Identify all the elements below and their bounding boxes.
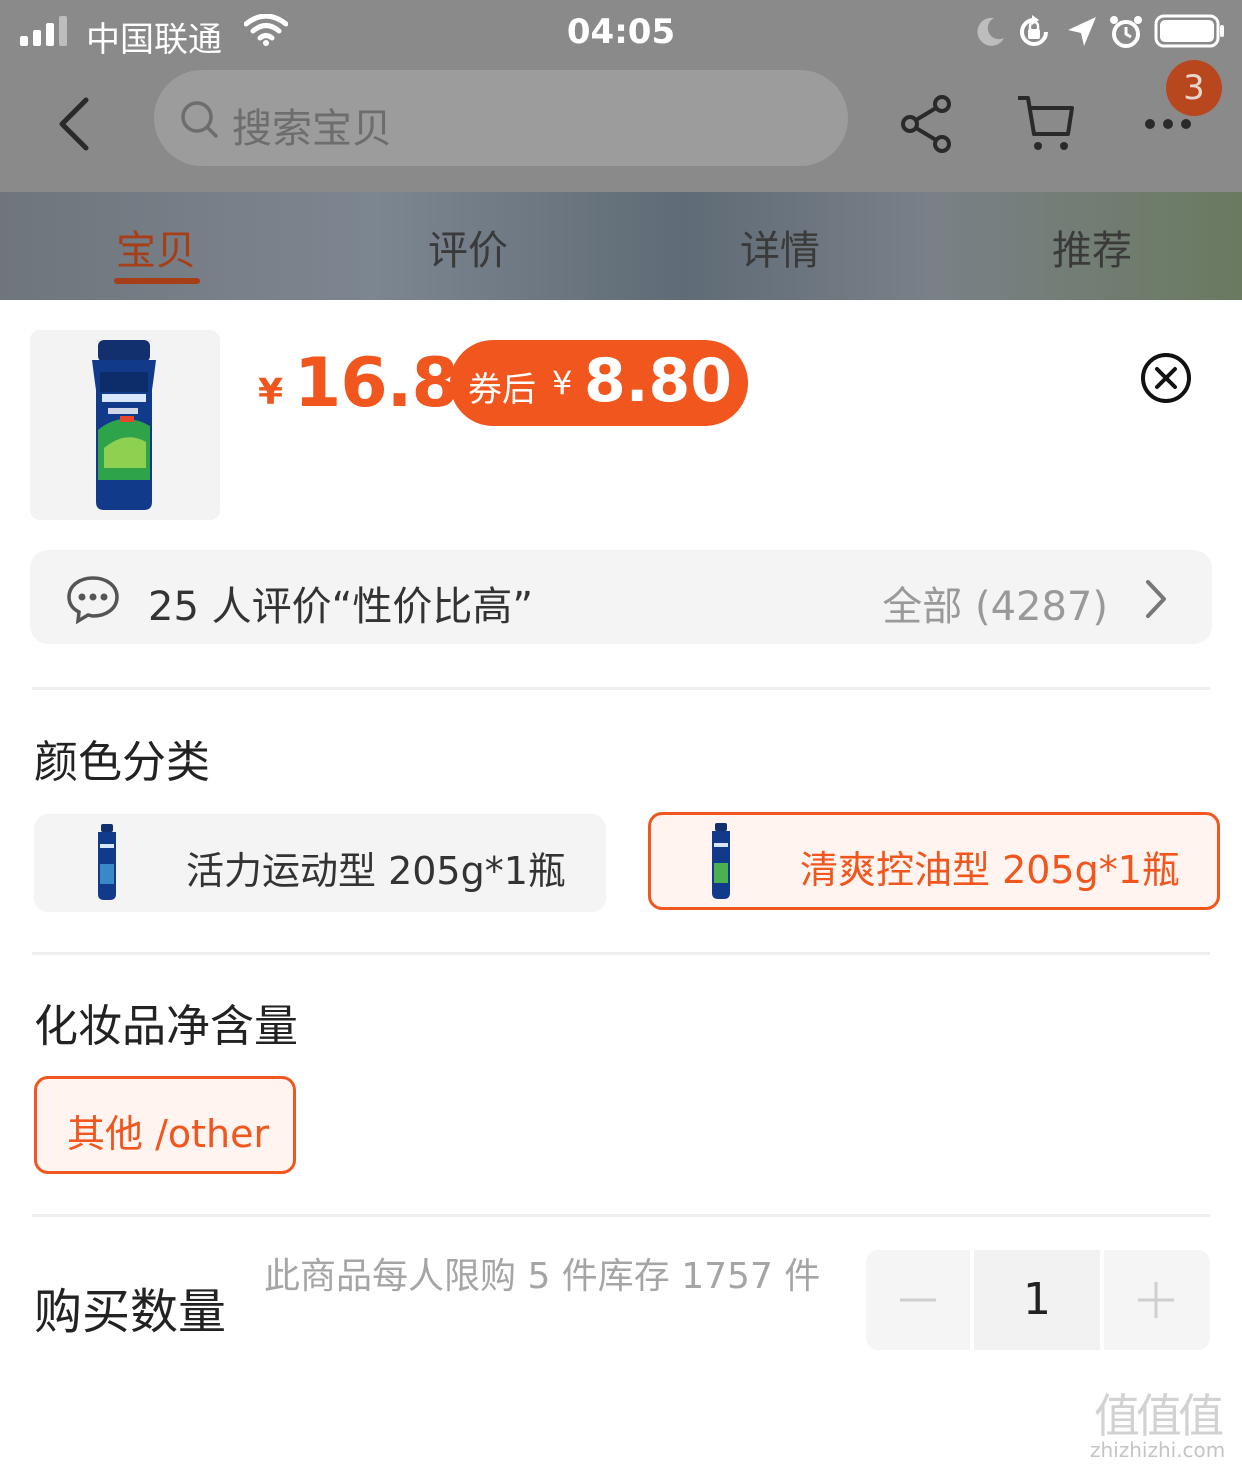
back-icon[interactable] bbox=[52, 94, 102, 154]
color-section-title: 颜色分类 bbox=[34, 737, 210, 788]
review-all-count: 全部 (4287) bbox=[882, 584, 1108, 630]
active-tab-indicator bbox=[114, 278, 200, 284]
size-section-title: 化妆品净含量 bbox=[34, 1001, 298, 1052]
search-icon bbox=[181, 101, 218, 138]
minus-icon bbox=[900, 1298, 936, 1302]
divider bbox=[32, 1214, 1210, 1217]
color-option-oil-control[interactable]: 清爽控油型 205g*1瓶 bbox=[648, 812, 1220, 910]
share-icon[interactable] bbox=[898, 92, 958, 156]
review-summary-bar[interactable]: 25 人评价“性价比高” 全部 (4287) bbox=[30, 550, 1212, 644]
tab-reviews[interactable]: 评价 bbox=[388, 218, 548, 276]
watermark-text: zhizhizhi.com bbox=[1090, 1438, 1226, 1462]
size-option-label: 其他 /other bbox=[67, 1112, 270, 1156]
chevron-right-icon bbox=[1146, 580, 1166, 618]
decrease-quantity-button[interactable] bbox=[866, 1250, 970, 1350]
shampoo-bottle-thumb bbox=[712, 823, 730, 899]
top-nav-bar: 搜索宝贝 bbox=[0, 64, 1242, 192]
shampoo-bottle-image bbox=[92, 340, 156, 510]
coupon-label: 券后 bbox=[468, 370, 536, 410]
rotation-lock-icon bbox=[1020, 15, 1048, 46]
search-input[interactable]: 搜索宝贝 bbox=[154, 70, 848, 166]
coupon-amount: 8.80 bbox=[584, 346, 733, 416]
color-option-label: 活力运动型 205g*1瓶 bbox=[186, 849, 566, 893]
background-app: 中国联通 04:05 搜索宝贝 3 宝贝 评价 详情 推荐 bbox=[0, 0, 1242, 300]
quantity-value[interactable]: 1 bbox=[974, 1250, 1100, 1350]
cart-count-badge: 3 bbox=[1166, 60, 1222, 116]
tab-details[interactable]: 详情 bbox=[700, 218, 860, 276]
size-option-other[interactable]: 其他 /other bbox=[34, 1076, 296, 1174]
product-tabs: 宝贝 评价 详情 推荐 bbox=[0, 192, 1242, 300]
coupon-price-badge: 券后 ¥ 8.80 bbox=[450, 340, 748, 426]
price-amount: 16.8 bbox=[294, 344, 459, 423]
cart-icon[interactable] bbox=[1016, 92, 1076, 156]
review-highlight-text: 25 人评价“性价比高” bbox=[148, 584, 534, 630]
price-currency: ¥ bbox=[258, 372, 284, 413]
status-time: 04:05 bbox=[566, 12, 676, 52]
color-option-active-sport[interactable]: 活力运动型 205g*1瓶 bbox=[34, 814, 606, 912]
watermark-glyphs: 值值值 bbox=[1094, 1389, 1224, 1443]
status-bar: 中国联通 04:05 bbox=[0, 0, 1242, 64]
divider bbox=[32, 952, 1210, 955]
tab-recommend[interactable]: 推荐 bbox=[1012, 218, 1172, 276]
chat-bubble-icon bbox=[67, 576, 119, 624]
sku-selection-sheet: ¥ 16.8 券后 ¥ 8.80 25 人评价“性价比高” 全部 (4287) … bbox=[0, 300, 1242, 1467]
divider bbox=[32, 687, 1210, 690]
location-icon bbox=[1068, 17, 1096, 46]
color-option-label: 清爽控油型 205g*1瓶 bbox=[800, 848, 1180, 892]
shampoo-bottle-thumb bbox=[98, 824, 116, 900]
quantity-stepper: 1 bbox=[866, 1250, 1210, 1350]
alarm-icon bbox=[1110, 16, 1142, 48]
search-placeholder: 搜索宝贝 bbox=[232, 106, 392, 152]
quantity-limit-hint: 此商品每人限购 5 件库存 1757 件 bbox=[264, 1256, 821, 1297]
plus-icon bbox=[1138, 1282, 1174, 1318]
product-thumbnail bbox=[30, 330, 220, 520]
quantity-title: 购买数量 bbox=[34, 1284, 227, 1340]
increase-quantity-button[interactable] bbox=[1104, 1250, 1210, 1350]
moon-icon bbox=[977, 17, 1004, 46]
tab-item[interactable]: 宝贝 bbox=[76, 218, 236, 276]
close-icon[interactable] bbox=[1140, 352, 1192, 404]
battery-icon bbox=[1154, 14, 1224, 48]
coupon-currency: ¥ bbox=[552, 364, 573, 402]
watermark: 值值值 zhizhizhi.com bbox=[1090, 1380, 1236, 1464]
